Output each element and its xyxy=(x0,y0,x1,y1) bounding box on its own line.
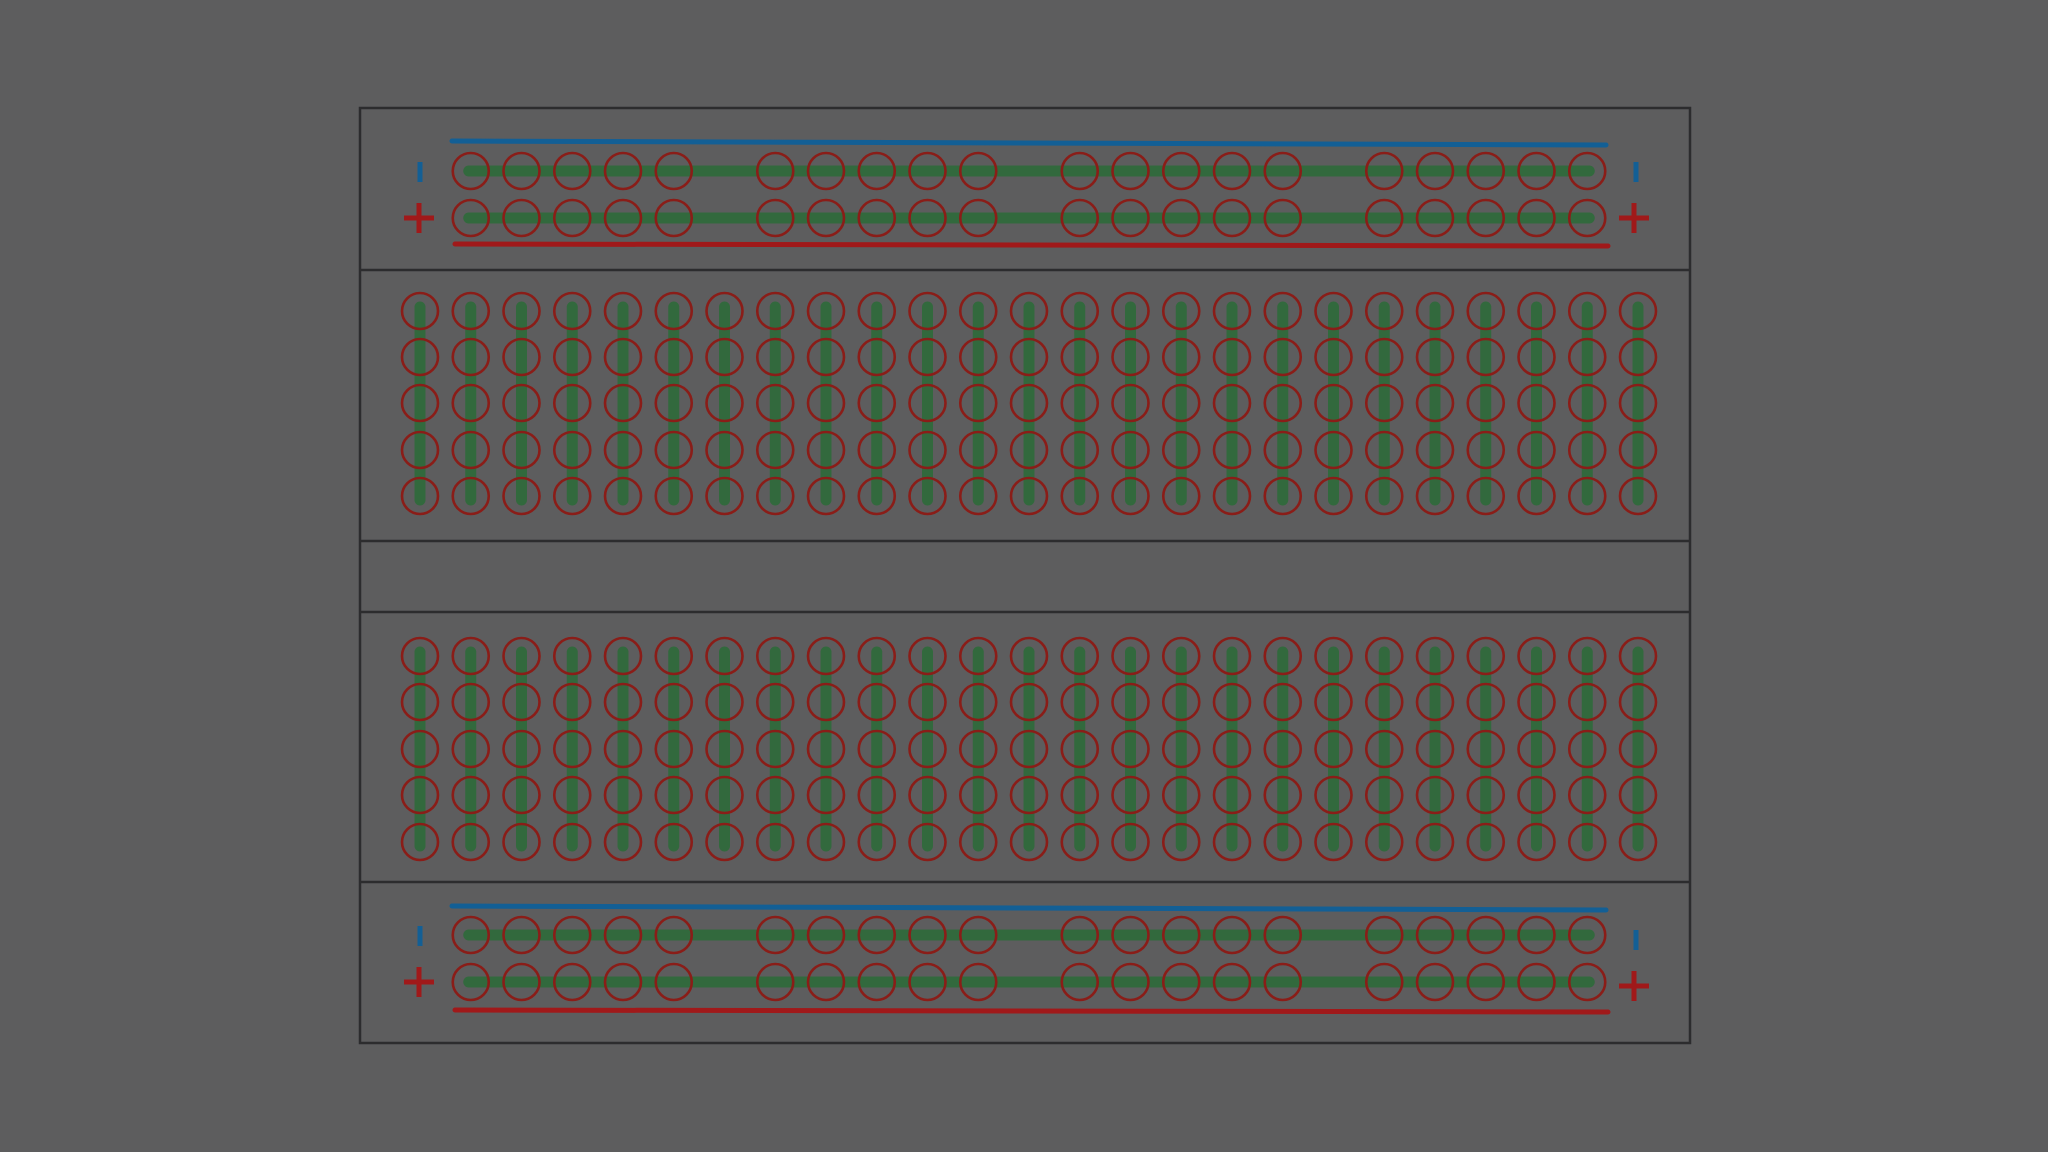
bottom-power-rail xyxy=(404,903,1649,1015)
negative-rail-line xyxy=(449,138,1609,148)
negative-rail-line xyxy=(449,903,1609,913)
positive-sign-icon xyxy=(1619,203,1649,233)
bottom-terminal-block xyxy=(400,636,1658,862)
top-terminal-block xyxy=(400,291,1658,516)
positive-sign-icon xyxy=(404,967,434,997)
positive-sign-icon xyxy=(1619,971,1649,1001)
positive-rail-line xyxy=(452,241,1611,249)
positive-sign-icon xyxy=(404,203,434,233)
top-power-rail xyxy=(404,138,1649,249)
breadboard-diagram xyxy=(358,106,1692,1045)
positive-rail-line xyxy=(452,1007,1611,1015)
